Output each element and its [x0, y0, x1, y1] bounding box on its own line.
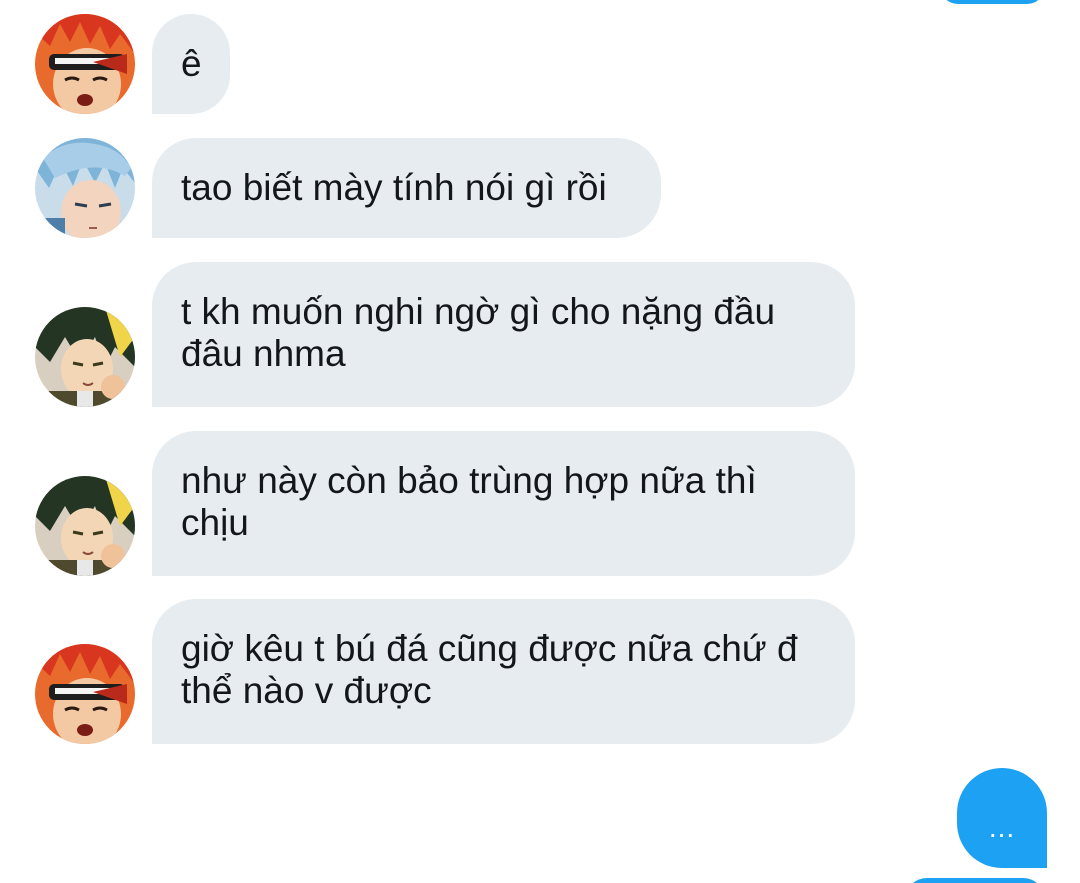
typing-dots: ... — [988, 812, 1016, 843]
message-text: giờ kêu t bú đá cũng được nữa chứ đ thể … — [181, 628, 798, 711]
sent-message-bubble-partial[interactable] — [905, 878, 1045, 883]
sent-message-bubble-partial[interactable] — [940, 0, 1045, 4]
avatar-green-haired[interactable] — [35, 307, 135, 407]
received-message-bubble[interactable]: giờ kêu t bú đá cũng được nữa chứ đ thể … — [152, 599, 855, 744]
received-message-bubble[interactable]: t kh muốn nghi ngờ gì cho nặng đầu đâu n… — [152, 262, 855, 407]
typing-indicator-bubble: ... — [957, 768, 1047, 868]
received-message-bubble[interactable]: như này còn bảo trùng hợp nữa thì chịu — [152, 431, 855, 576]
avatar-blue-haired[interactable] — [35, 138, 135, 238]
message-text: như này còn bảo trùng hợp nữa thì chịu — [181, 460, 757, 543]
chat-screen: ê tao biết mày tính nói gì rồi t kh muốn… — [0, 0, 1080, 883]
message-text: t kh muốn nghi ngờ gì cho nặng đầu đâu n… — [181, 291, 776, 374]
avatar-red-haired[interactable] — [35, 14, 135, 114]
avatar-red-haired[interactable] — [35, 644, 135, 744]
message-text: tao biết mày tính nói gì rồi — [181, 167, 607, 208]
received-message-bubble[interactable]: tao biết mày tính nói gì rồi — [152, 138, 661, 238]
message-text: ê — [181, 43, 202, 84]
avatar-green-haired[interactable] — [35, 476, 135, 576]
received-message-bubble[interactable]: ê — [152, 14, 230, 114]
